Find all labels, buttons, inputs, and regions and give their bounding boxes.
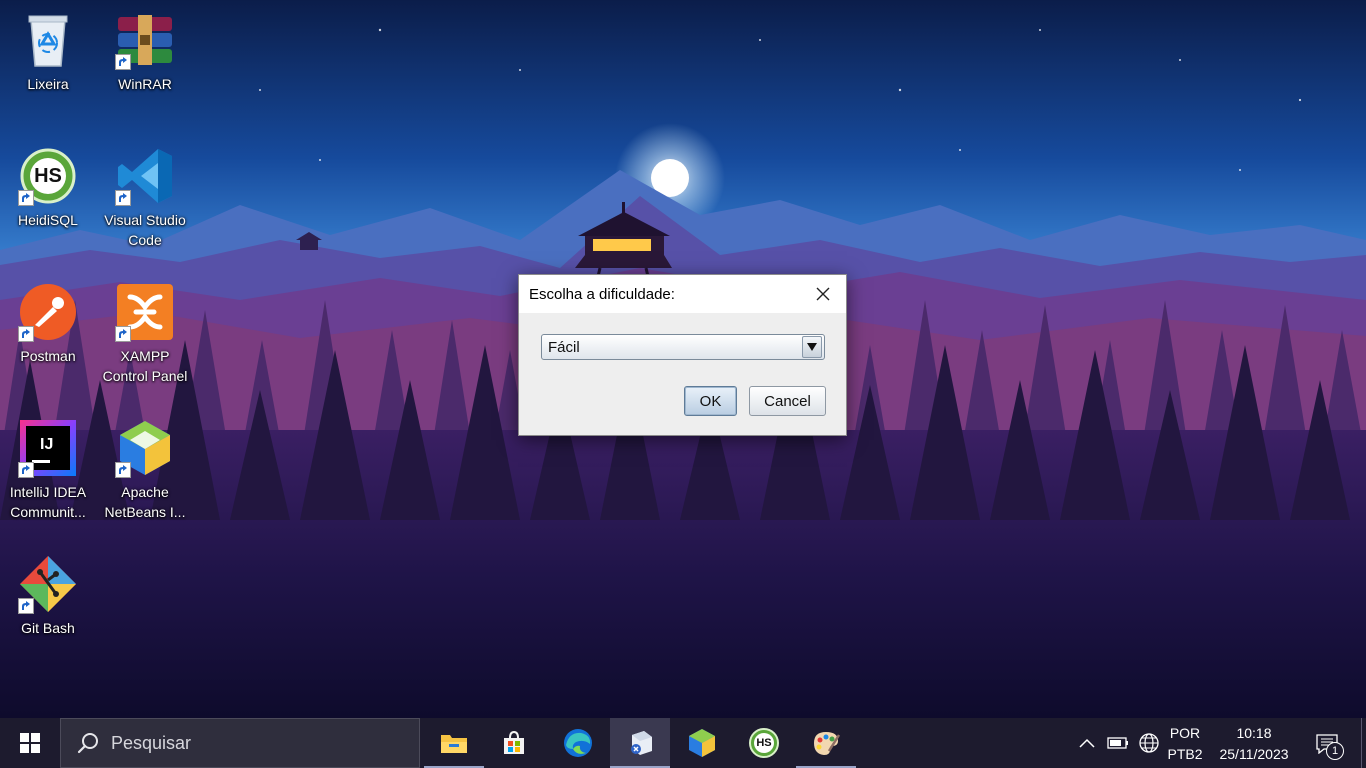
heidisql-glyph-text: HS: [756, 737, 772, 749]
desktop-icon-label: Apache NetBeans I...: [104, 484, 186, 520]
shortcut-arrow-icon: [18, 326, 34, 342]
start-button[interactable]: [0, 718, 60, 768]
desktop-icon-label: HeidiSQL: [18, 212, 78, 228]
winrar-icon: [115, 10, 175, 70]
desktop-icon-label: Lixeira: [27, 76, 69, 92]
netbeans-icon: [689, 729, 715, 757]
ok-button[interactable]: OK: [684, 386, 737, 416]
battery-icon: [1107, 737, 1128, 749]
show-hidden-icons-button[interactable]: [1076, 733, 1098, 753]
desktop-icon-vscode[interactable]: Visual Studio Code: [97, 138, 193, 258]
desktop-icon-label: Postman: [20, 348, 76, 364]
desktop-icon-git-bash[interactable]: Git Bash: [0, 546, 96, 666]
desktop-icon-label: Git Bash: [21, 620, 75, 636]
recycle-bin-icon: [18, 10, 78, 70]
taskbar-app-file-explorer[interactable]: [424, 718, 484, 768]
network-button[interactable]: [1137, 731, 1161, 755]
shortcut-arrow-icon: [115, 326, 131, 342]
dialog-titlebar[interactable]: Escolha a dificuldade:: [519, 275, 846, 313]
shortcut-arrow-icon: [18, 462, 34, 478]
cancel-button[interactable]: Cancel: [749, 386, 826, 416]
desktop-icon-label: Visual Studio Code: [104, 212, 186, 248]
input-language-bottom[interactable]: PTB2: [1162, 744, 1208, 764]
netbeans-icon: [115, 418, 175, 478]
chevron-up-icon: [1079, 738, 1095, 748]
desktop-icon-lixeira[interactable]: Lixeira: [0, 2, 96, 122]
clock-time[interactable]: 10:18: [1212, 723, 1296, 743]
show-desktop-button[interactable]: [1361, 718, 1366, 768]
microsoft-store-icon: [504, 730, 524, 754]
windows-logo-icon: [20, 733, 40, 753]
shortcut-arrow-icon: [18, 598, 34, 614]
taskbar-app-heidisql[interactable]: HS: [734, 718, 794, 768]
edge-icon: [564, 729, 592, 757]
dropdown-arrow-button[interactable]: [802, 336, 822, 358]
difficulty-select[interactable]: Fácil: [541, 334, 825, 360]
desktop-icon-label: XAMPP Control Panel: [102, 348, 188, 384]
heidisql-glyph-text: HS: [34, 164, 62, 187]
search-placeholder: Pesquisar: [111, 732, 192, 753]
desktop-icon-label: IntelliJ IDEA Communit...: [9, 484, 87, 520]
desktop-icon-postman[interactable]: Postman: [0, 274, 96, 394]
git-bash-icon: [18, 554, 78, 614]
intellij-glyph-text: IJ: [40, 436, 54, 453]
taskbar-app-java[interactable]: [610, 718, 670, 768]
intellij-icon: IJ: [18, 418, 78, 478]
taskbar-app-edge[interactable]: [548, 718, 608, 768]
difficulty-dialog: Escolha a dificuldade: Fácil OK Cancel: [518, 274, 847, 436]
search-icon: [77, 733, 98, 754]
desktop-icon-heidisql[interactable]: HS HeidiSQL: [0, 138, 96, 258]
xampp-icon: [115, 282, 175, 342]
desktop-icon-xampp[interactable]: XAMPP Control Panel: [97, 274, 193, 394]
taskbar-search-box[interactable]: Pesquisar: [60, 718, 420, 768]
taskbar-app-netbeans[interactable]: [672, 718, 732, 768]
battery-button[interactable]: [1106, 733, 1130, 753]
heidisql-icon: HS: [18, 146, 78, 206]
shortcut-arrow-icon: [115, 54, 131, 70]
close-button[interactable]: [800, 275, 846, 313]
file-explorer-icon: [441, 735, 467, 753]
desktop-icon-intellij[interactable]: IJ IntelliJ IDEA Communit...: [0, 410, 96, 530]
shortcut-arrow-icon: [18, 190, 34, 206]
desktop-icon-netbeans[interactable]: Apache NetBeans I...: [97, 410, 193, 530]
postman-icon: [18, 282, 78, 342]
dialog-title: Escolha a dificuldade:: [529, 285, 675, 303]
taskbar-app-paint[interactable]: [796, 718, 856, 768]
vscode-icon: [115, 146, 175, 206]
taskbar-app-store[interactable]: [484, 718, 544, 768]
desktop-icon-label: WinRAR: [118, 76, 172, 92]
shortcut-arrow-icon: [115, 190, 131, 206]
clock-date[interactable]: 25/11/2023: [1212, 744, 1296, 764]
desktop-icon-winrar[interactable]: WinRAR: [97, 2, 193, 122]
shortcut-arrow-icon: [115, 462, 131, 478]
notification-count-badge: 1: [1326, 742, 1344, 760]
close-icon: [816, 287, 830, 301]
java-app-icon: [631, 731, 652, 755]
taskbar: Pesquisar HS POR PTB2 10:18 25/11/2023 1: [0, 718, 1366, 768]
triangle-down-icon: [807, 343, 817, 351]
globe-icon: [1139, 733, 1159, 753]
input-language-top[interactable]: POR: [1162, 723, 1208, 743]
action-center-button[interactable]: 1: [1310, 728, 1344, 760]
difficulty-select-value: Fácil: [548, 338, 580, 356]
paint-icon: [814, 732, 841, 755]
